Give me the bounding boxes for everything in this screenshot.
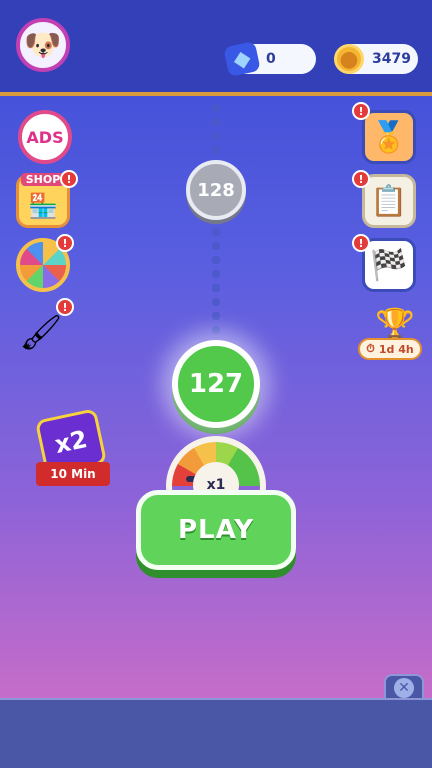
level-path-middle [212,228,220,340]
achievements-alert-icon: ! [352,102,370,120]
level-node-next: 128 [186,160,246,220]
achievements-button[interactable]: 🏅 [362,110,416,164]
booster-ribbon: 10 Min [36,462,110,486]
shop-icon: 🏪 [28,192,58,220]
remove-ads-button[interactable]: ADS [18,110,72,164]
tournament-timer: ⏱ 1d 4h [358,338,422,360]
customize-alert-icon: ! [56,298,74,316]
tournament-timer-text: 1d 4h [378,342,414,356]
wheel-alert-icon: ! [56,234,74,252]
shop-alert-icon: ! [60,170,78,188]
level-number-next: 128 [197,179,235,201]
profile-avatar[interactable]: 🐶 [16,18,70,72]
booster-duration: 10 Min [50,467,96,481]
level-path-top [212,104,220,160]
race-button[interactable]: 🏁 [362,238,416,292]
race-alert-icon: ! [352,234,370,252]
paint-brush-icon: 🖌 [19,313,63,353]
clipboard-icon: 📋 [370,183,408,219]
close-banner-button[interactable]: ✕ [384,674,424,700]
coin-counter[interactable]: ● 3479 [334,44,418,74]
gem-count: 0 [266,51,276,67]
bottom-banner-panel [0,698,432,768]
coin-count: 3479 [372,51,411,67]
tasks-alert-icon: ! [352,170,370,188]
play-button[interactable]: PLAY [136,490,296,570]
medal-icon: 🏅 [370,119,408,155]
top-bar: 🐶 ◆ 0 ● 3479 [0,0,432,96]
checkered-flag-icon: 🏁 [370,247,408,283]
coin-icon: ● [334,44,364,74]
gem-icon: ◆ [223,41,261,77]
shop-label: SHOP [21,173,65,186]
level-number-current: 127 [188,369,244,399]
play-label: PLAY [177,515,255,545]
booster-multiplier: x2 [52,424,90,460]
gem-counter[interactable]: ◆ 0 [223,41,316,77]
dog-avatar-icon: 🐶 [24,27,62,63]
ads-label: ADS [26,127,64,147]
clock-icon: ⏱ [366,342,375,355]
tasks-button[interactable]: 📋 [362,174,416,228]
close-icon: ✕ [394,678,414,698]
level-node-current[interactable]: 127 [172,340,260,428]
